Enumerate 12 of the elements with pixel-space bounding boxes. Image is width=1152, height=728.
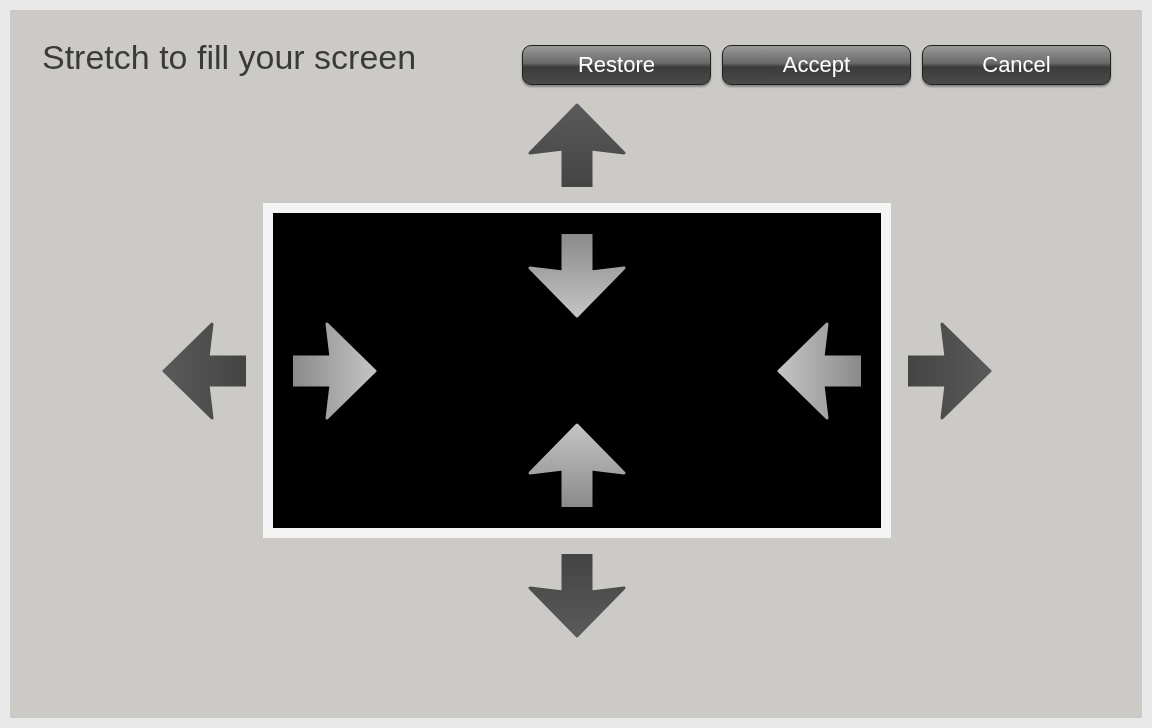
arrow-up-icon[interactable] xyxy=(526,423,627,507)
arrow-down-icon[interactable] xyxy=(526,234,627,318)
arrow-down-icon[interactable] xyxy=(526,554,627,638)
arrow-left-icon[interactable] xyxy=(161,320,246,421)
action-button[interactable]: Restore xyxy=(522,45,711,85)
page-title: Stretch to fill your screen xyxy=(42,37,417,78)
arrow-up-icon[interactable] xyxy=(526,103,627,187)
action-button[interactable]: Cancel xyxy=(922,45,1111,85)
arrow-left-icon[interactable] xyxy=(776,320,861,421)
action-button[interactable]: Accept xyxy=(722,45,911,85)
arrow-right-icon[interactable] xyxy=(907,320,992,421)
arrow-right-icon[interactable] xyxy=(292,320,377,421)
